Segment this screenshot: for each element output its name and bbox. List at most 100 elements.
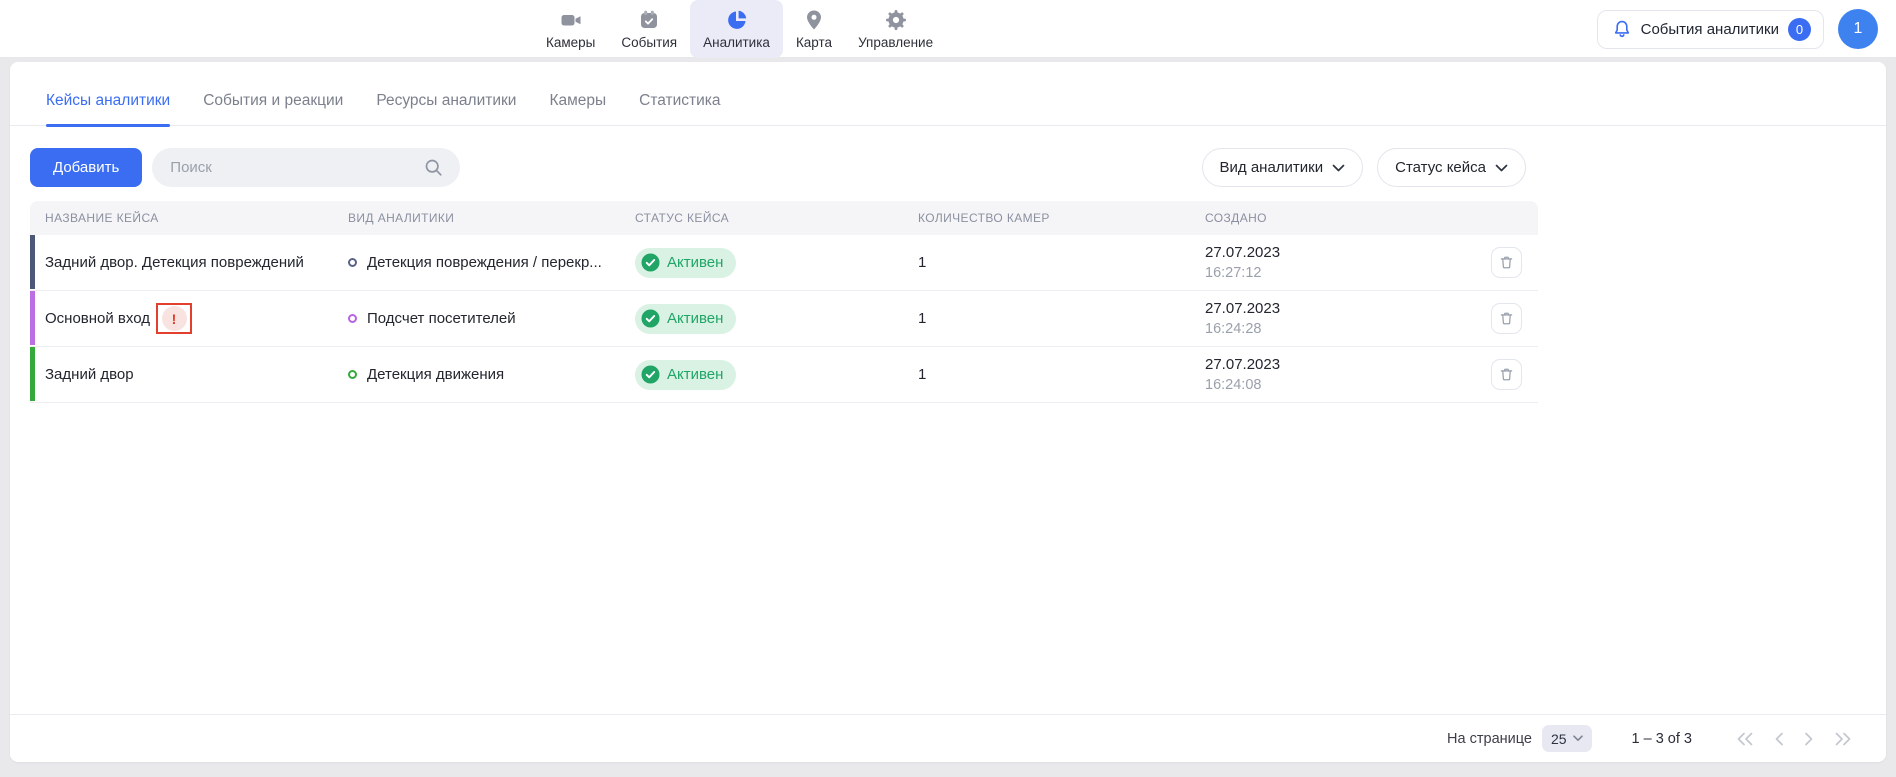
content-card: Кейсы аналитики События и реакции Ресурс… — [10, 62, 1886, 762]
analytics-type-filter-label: Вид аналитики — [1220, 159, 1324, 176]
status-badge: Активен — [635, 360, 736, 390]
nav-item-map[interactable]: Карта — [783, 0, 845, 58]
created-date: 27.07.2023 — [1205, 299, 1478, 319]
tab-analytics-cases[interactable]: Кейсы аналитики — [46, 92, 170, 125]
analytics-type-label: Детекция повреждения / перекр... — [367, 254, 602, 271]
case-status-cell: Активен — [620, 248, 903, 278]
toolbar-filters: Вид аналитики Статус кейса — [1202, 148, 1526, 187]
nav-item-label: Камеры — [546, 35, 595, 50]
camera-count: 1 — [918, 366, 926, 383]
toolbar: Добавить Вид аналитики Статус кейса — [10, 126, 1886, 201]
pager-controls — [1736, 732, 1852, 746]
check-circle-icon — [641, 309, 660, 328]
analytics-events-label: События аналитики — [1641, 21, 1779, 38]
cases-table: Название кейса Вид аналитики Статус кейс… — [30, 201, 1538, 403]
analytics-type-icon — [348, 258, 357, 267]
search-box — [152, 148, 460, 187]
column-header-created: Создано — [1190, 211, 1478, 225]
case-status-filter-label: Статус кейса — [1395, 159, 1486, 176]
nav-item-cameras[interactable]: Камеры — [533, 0, 608, 58]
row-accent-bar — [30, 235, 35, 289]
tab-analytics-resources[interactable]: Ресурсы аналитики — [376, 92, 516, 125]
nav-item-label: Карта — [796, 35, 832, 50]
trash-icon — [1498, 310, 1515, 327]
tab-statistics[interactable]: Статистика — [639, 92, 720, 125]
case-name: Задний двор. Детекция повреждений — [45, 254, 304, 271]
analytics-type-label: Детекция движения — [367, 366, 504, 383]
tab-cameras[interactable]: Камеры — [549, 92, 606, 125]
case-name-cell: Основной вход ! — [30, 303, 333, 334]
pie-chart-icon — [725, 8, 749, 32]
table-row[interactable]: Основной вход ! Подсчет посетителей Акти… — [30, 291, 1538, 347]
tab-bar: Кейсы аналитики События и реакции Ресурс… — [10, 62, 1886, 126]
analytics-type-filter[interactable]: Вид аналитики — [1202, 148, 1364, 187]
column-header-name: Название кейса — [30, 211, 333, 225]
analytics-type-label: Подсчет посетителей — [367, 310, 516, 327]
row-accent-bar — [30, 291, 35, 345]
tab-events-reactions[interactable]: События и реакции — [203, 92, 343, 125]
chevron-down-icon — [1495, 164, 1508, 172]
analytics-type-icon — [348, 370, 357, 379]
per-page-label: На странице — [1447, 731, 1532, 747]
search-input[interactable] — [152, 148, 460, 187]
bell-icon — [1612, 19, 1632, 39]
row-accent-bar — [30, 347, 35, 401]
nav-item-label: События — [621, 35, 677, 50]
nav-item-events[interactable]: События — [608, 0, 690, 58]
table-row[interactable]: Задний двор Детекция движения Активен 1 … — [30, 347, 1538, 403]
camera-count: 1 — [918, 254, 926, 271]
table-row[interactable]: Задний двор. Детекция повреждений Детекц… — [30, 235, 1538, 291]
case-status-cell: Активен — [620, 304, 903, 334]
row-actions-cell — [1478, 359, 1538, 390]
camera-count-cell: 1 — [903, 254, 1190, 271]
case-name: Основной вход — [45, 310, 150, 327]
table-body: Задний двор. Детекция повреждений Детекц… — [30, 235, 1538, 403]
analytics-events-button[interactable]: События аналитики 0 — [1597, 10, 1824, 49]
delete-button[interactable] — [1491, 247, 1522, 278]
per-page-value: 25 — [1551, 731, 1567, 747]
created-time: 16:24:08 — [1205, 375, 1478, 395]
avatar[interactable]: 1 — [1838, 9, 1878, 49]
created-cell: 27.07.2023 16:24:28 — [1190, 299, 1478, 339]
table-header: Название кейса Вид аналитики Статус кейс… — [30, 201, 1538, 235]
nav-item-analytics[interactable]: Аналитика — [690, 0, 783, 58]
case-name-cell: Задний двор. Детекция повреждений — [30, 254, 333, 271]
status-label: Активен — [667, 310, 723, 327]
last-page-button[interactable] — [1834, 732, 1852, 746]
alert-highlight-box: ! — [156, 303, 192, 334]
pagination-bar: На странице 25 1 – 3 of 3 — [10, 714, 1886, 762]
created-cell: 27.07.2023 16:27:12 — [1190, 243, 1478, 283]
chevron-down-icon — [1332, 164, 1345, 172]
row-actions-cell — [1478, 303, 1538, 334]
created-cell: 27.07.2023 16:24:08 — [1190, 355, 1478, 395]
delete-button[interactable] — [1491, 359, 1522, 390]
case-name-cell: Задний двор — [30, 366, 333, 383]
per-page-select[interactable]: 25 — [1542, 725, 1592, 752]
check-circle-icon — [641, 253, 660, 272]
camera-count: 1 — [918, 310, 926, 327]
next-page-button[interactable] — [1804, 732, 1814, 746]
analytics-type-cell: Детекция движения — [333, 366, 620, 383]
events-count-badge: 0 — [1788, 18, 1811, 41]
case-status-cell: Активен — [620, 360, 903, 390]
video-camera-icon — [559, 8, 583, 32]
case-status-filter[interactable]: Статус кейса — [1377, 148, 1526, 187]
created-date: 27.07.2023 — [1205, 243, 1478, 263]
top-bar-right: События аналитики 0 1 — [1597, 9, 1878, 49]
first-page-button[interactable] — [1736, 732, 1754, 746]
delete-button[interactable] — [1491, 303, 1522, 334]
analytics-type-cell: Детекция повреждения / перекр... — [333, 254, 620, 271]
created-date: 27.07.2023 — [1205, 355, 1478, 375]
nav-item-management[interactable]: Управление — [845, 0, 946, 58]
trash-icon — [1498, 366, 1515, 383]
gear-icon — [884, 8, 908, 32]
calendar-check-icon — [637, 8, 661, 32]
analytics-type-cell: Подсчет посетителей — [333, 310, 620, 327]
status-badge: Активен — [635, 304, 736, 334]
previous-page-button[interactable] — [1774, 732, 1784, 746]
camera-count-cell: 1 — [903, 366, 1190, 383]
add-button[interactable]: Добавить — [30, 148, 142, 187]
pagination-range: 1 – 3 of 3 — [1632, 731, 1692, 747]
created-time: 16:27:12 — [1205, 263, 1478, 283]
nav-item-label: Управление — [858, 35, 933, 50]
